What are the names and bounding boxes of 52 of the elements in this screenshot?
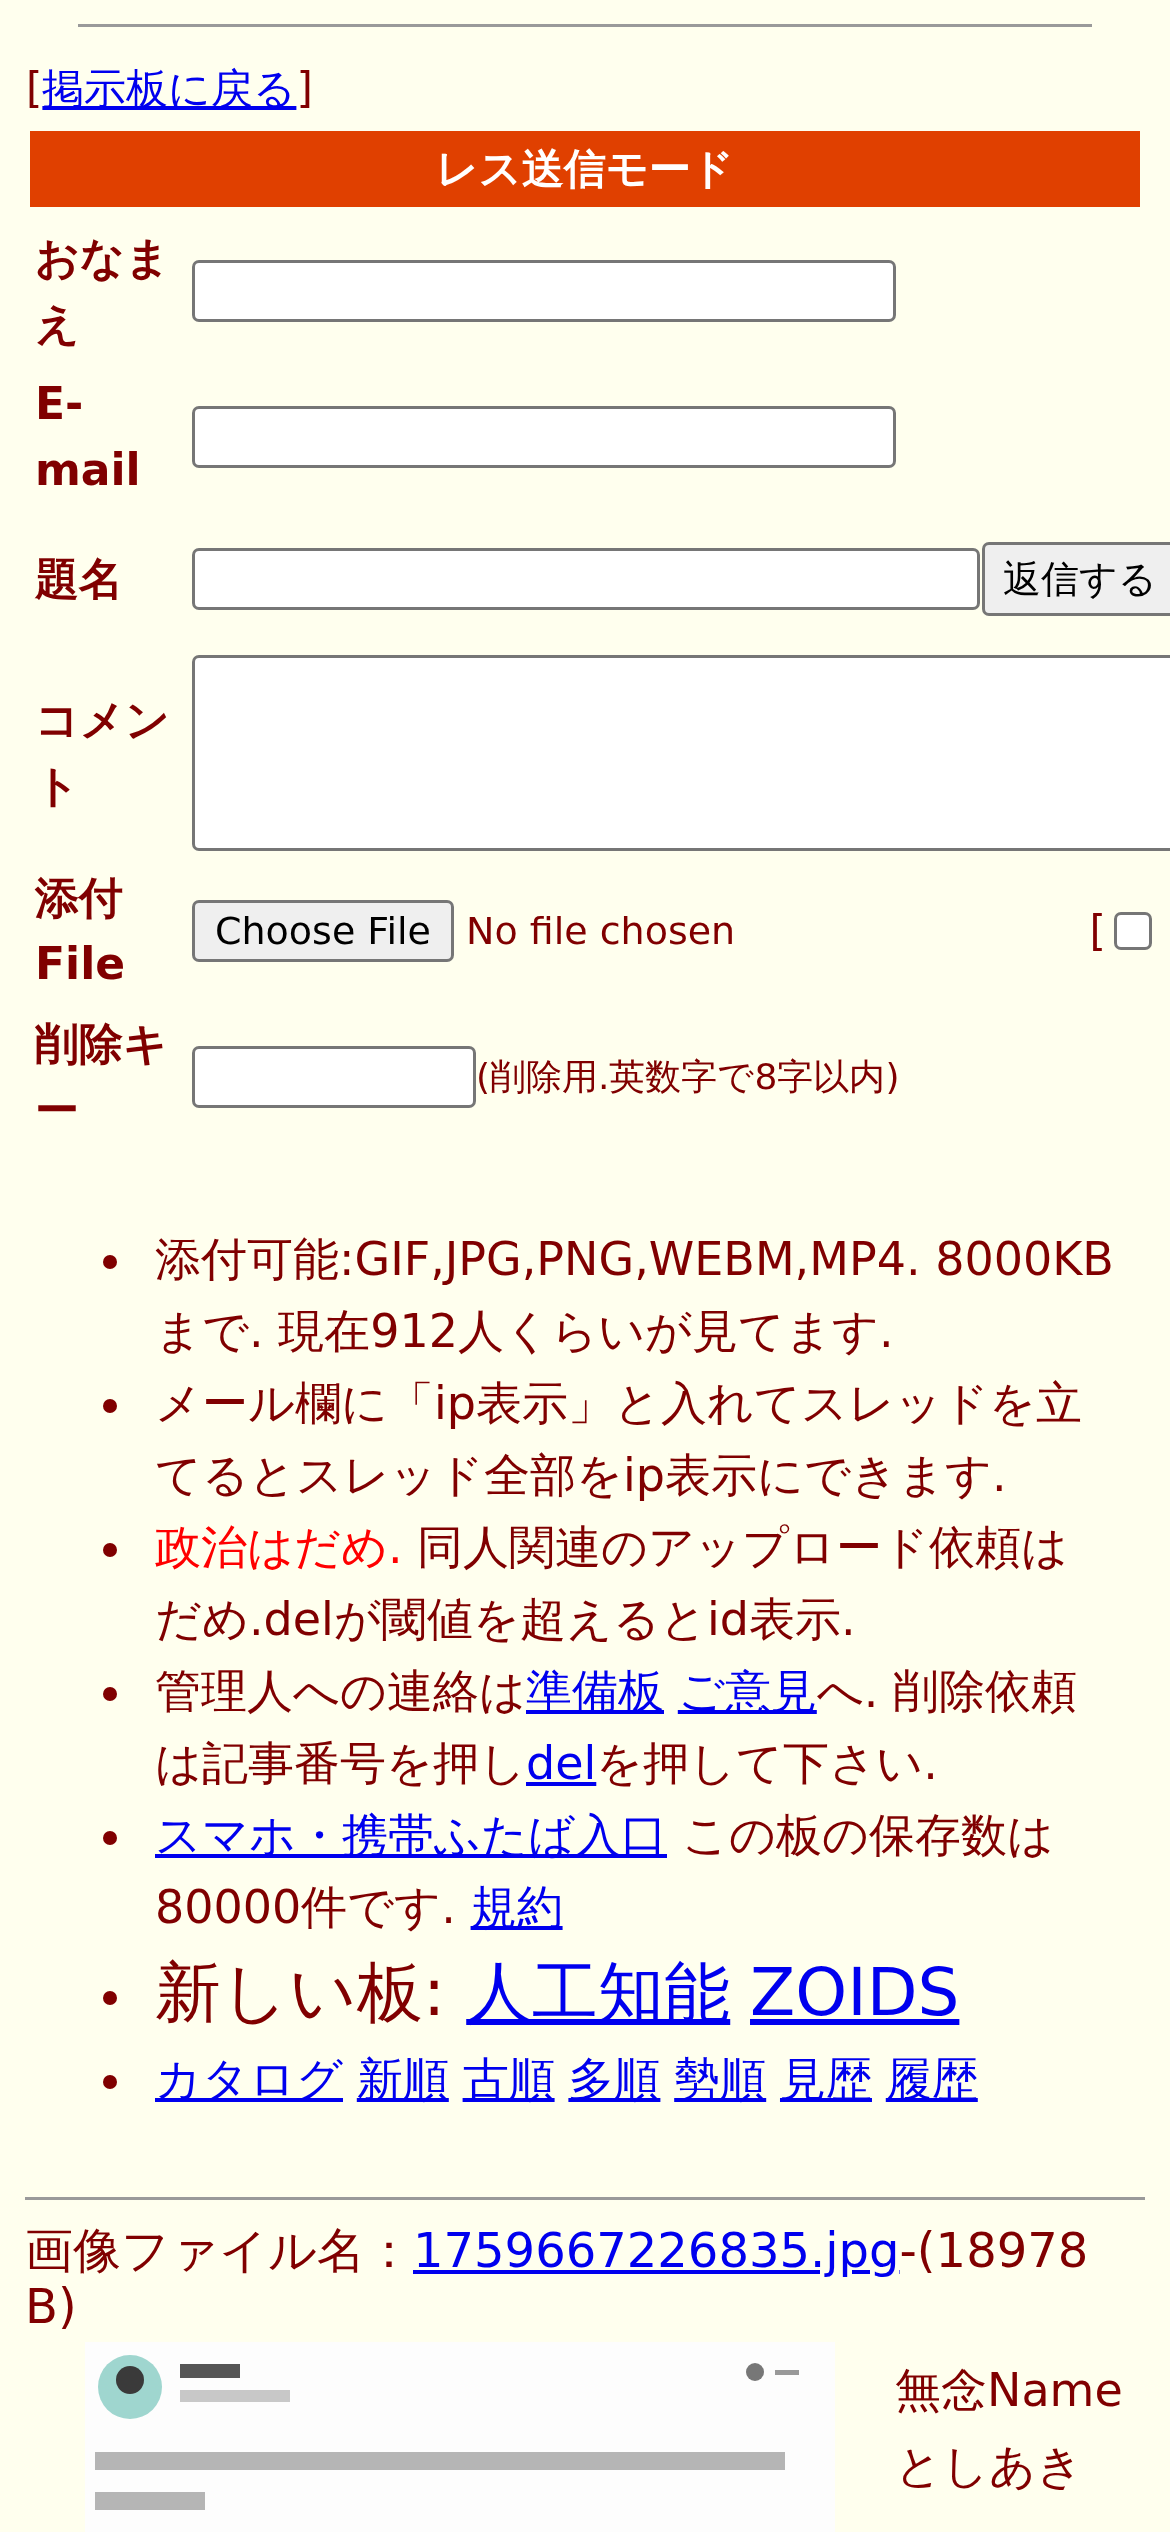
notice-link[interactable]: カタログ xyxy=(155,2052,343,2106)
text-field[interactable] xyxy=(192,260,896,322)
notice-link[interactable]: 人工知能 xyxy=(466,1954,731,2031)
bracket-text: ] xyxy=(296,64,313,113)
back-to-board-link[interactable]: 掲示板に戻る xyxy=(42,64,297,113)
notice-link[interactable]: 規約 xyxy=(470,1880,563,1934)
notice-link[interactable]: 準備板 xyxy=(526,1664,664,1718)
field-label: 添付File xyxy=(34,871,127,991)
choose-file-button[interactable]: Choose File xyxy=(192,900,454,962)
notice-link[interactable]: 新順 xyxy=(356,2052,449,2106)
bullet-icon xyxy=(103,1399,117,1413)
file-info-text: 画像ファイル名：1759667226835.jpg-(18978B) xyxy=(25,2222,1090,2334)
field-label: 題名 xyxy=(34,552,124,606)
reply-button[interactable]: 返信する xyxy=(982,542,1170,616)
notice-text: スマホ・携帯ふたば入口 この板の保存数は80000件です. 規約 xyxy=(155,1807,1055,1936)
notice-link[interactable]: 古順 xyxy=(462,2052,555,2106)
field-label: 削除キー xyxy=(34,1017,169,1137)
bracket-text: [ xyxy=(26,64,43,113)
subject-field[interactable] xyxy=(192,548,980,610)
field-label: おなまえ xyxy=(34,231,171,351)
notice-text: 管理人への連絡は準備板 ご意見へ. 削除依頼は記事番号を押し delを押して下さい. xyxy=(155,1663,1079,1792)
post-subject: 無念Name xyxy=(895,2362,1123,2419)
notice-link[interactable]: 見歴 xyxy=(780,2052,872,2106)
bullet-icon xyxy=(103,1543,117,1557)
notice-link[interactable]: 多順 xyxy=(568,2052,661,2106)
notice-link[interactable]: 勢順 xyxy=(674,2052,767,2106)
notice-link[interactable]: del xyxy=(526,1736,597,1790)
bullet-icon xyxy=(103,1255,117,1269)
delete-key-note: (削除用.英数字で8字以内) xyxy=(476,1054,900,1099)
image-file-link[interactable]: 1759667226835.jpg xyxy=(413,2222,900,2278)
notice-link[interactable]: ZOIDS xyxy=(750,1954,960,2031)
notice-link[interactable]: ご意見 xyxy=(677,1664,817,1718)
file-status-text: No file chosen xyxy=(465,909,736,953)
notice-text: 政治はだめ. 同人関連のアップロード依頼はだめ.delが閾値を超えるとid表示. xyxy=(155,1519,1070,1648)
text-field[interactable] xyxy=(192,406,896,468)
comment-field[interactable] xyxy=(192,655,1170,851)
notice-link[interactable]: スマホ・携帯ふたば入口 xyxy=(155,1808,667,1862)
poster-name: としあき xyxy=(895,2438,1084,2495)
notice-text: メール欄に「ip表示」と入れてスレッドを立てるとスレッド全部をip表示にできます. xyxy=(155,1375,1083,1504)
bullet-icon xyxy=(103,1687,117,1701)
bracket-text: [ xyxy=(1089,906,1106,956)
bullet-icon xyxy=(103,1991,117,2005)
checkbox[interactable] xyxy=(1114,912,1152,950)
field-label: コメント xyxy=(34,693,171,813)
notice-text: 添付可能:GIF,JPG,PNG,WEBM,MP4. 8000KBまで. 現在912人くらいが見てます. xyxy=(155,1231,1115,1360)
bullet-icon xyxy=(103,2075,117,2089)
field-label: E-mail xyxy=(34,377,142,497)
notice-text: 新しい板: 人工知能 ZOIDS xyxy=(155,1953,961,2033)
bullet-icon xyxy=(103,1831,117,1845)
notice-link[interactable]: 履歴 xyxy=(885,2052,978,2106)
delete-key-field[interactable] xyxy=(192,1046,476,1108)
form-title-bar: レス送信モード xyxy=(30,131,1140,207)
